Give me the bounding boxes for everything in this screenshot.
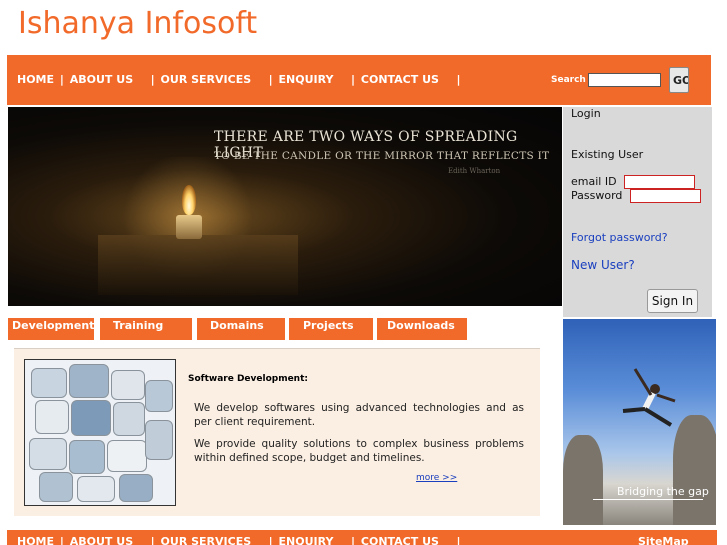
email-label: email ID bbox=[571, 175, 617, 188]
puzzle-piece bbox=[107, 440, 147, 472]
content-paragraph-1: We develop softwares using advanced tech… bbox=[194, 402, 524, 428]
image-caption: Bridging the gap bbox=[617, 485, 709, 498]
tab-projects[interactable]: Projects bbox=[289, 318, 373, 340]
nav-about-us[interactable]: ABOUT US bbox=[70, 73, 133, 86]
nav-separator: | bbox=[59, 73, 64, 86]
nav-separator: | bbox=[59, 535, 64, 545]
nav-home[interactable]: HOME bbox=[17, 73, 54, 86]
nav-separator bbox=[339, 535, 343, 545]
footer-nav-links: HOME | ABOUT US | OUR SERVICES | ENQUIRY… bbox=[17, 535, 463, 545]
nav-separator: | bbox=[456, 535, 461, 545]
footer-nav-home[interactable]: HOME bbox=[17, 535, 54, 545]
candle-banner-image: THERE ARE TWO WAYS OF SPREADING LIGHT TO… bbox=[8, 107, 562, 306]
top-nav-links: HOME | ABOUT US | OUR SERVICES | ENQUIRY… bbox=[17, 73, 463, 86]
rock-left bbox=[563, 435, 603, 525]
site-logo[interactable]: Ishanya Infosoft bbox=[18, 6, 257, 41]
puzzle-piece bbox=[69, 440, 105, 474]
footer-nav-contact-us[interactable]: CONTACT US bbox=[361, 535, 439, 545]
login-panel: Login Existing User email ID Password Fo… bbox=[563, 107, 712, 317]
nav-separator bbox=[139, 73, 143, 86]
puzzle-piece bbox=[119, 474, 153, 502]
puzzle-piece bbox=[111, 370, 145, 400]
password-field[interactable] bbox=[630, 189, 701, 203]
nav-separator bbox=[257, 535, 261, 545]
search-label: Search bbox=[551, 75, 586, 85]
puzzle-piece bbox=[39, 472, 73, 502]
puzzle-piece bbox=[145, 380, 173, 412]
go-button[interactable]: GO bbox=[669, 67, 689, 93]
caption-underline bbox=[593, 499, 703, 500]
nav-enquiry[interactable]: ENQUIRY bbox=[279, 73, 334, 86]
tab-training[interactable]: Training bbox=[100, 318, 192, 340]
tab-downloads[interactable]: Downloads bbox=[377, 318, 467, 340]
content-heading: Software Development: bbox=[188, 374, 308, 384]
nav-separator: | bbox=[351, 535, 356, 545]
rock-right bbox=[673, 415, 716, 525]
banner-signature: Edith Wharton bbox=[448, 167, 501, 175]
nav-separator bbox=[257, 73, 261, 86]
more-link[interactable]: more >> bbox=[416, 473, 457, 483]
nav-separator: | bbox=[268, 535, 273, 545]
sitemap-link[interactable]: SiteMap bbox=[638, 535, 689, 545]
puzzle-piece bbox=[145, 420, 173, 460]
nav-separator bbox=[339, 73, 343, 86]
content-paragraph-2: We provide quality solutions to complex … bbox=[194, 438, 524, 464]
nav-separator: | bbox=[351, 73, 356, 86]
nav-separator bbox=[139, 535, 143, 545]
nav-separator: | bbox=[456, 73, 461, 86]
existing-user-label: Existing User bbox=[571, 148, 644, 161]
bridging-gap-image: Bridging the gap bbox=[563, 319, 716, 525]
nav-our-services[interactable]: OUR SERVICES bbox=[161, 73, 252, 86]
footer-navigation-bar: HOME | ABOUT US | OUR SERVICES | ENQUIRY… bbox=[7, 530, 717, 545]
puzzle-image bbox=[24, 359, 176, 506]
candle-icon bbox=[176, 215, 202, 239]
footer-nav-our-services[interactable]: OUR SERVICES bbox=[161, 535, 252, 545]
service-content-panel: Software Development: We develop softwar… bbox=[14, 348, 540, 516]
puzzle-piece bbox=[77, 476, 115, 502]
footer-nav-about-us[interactable]: ABOUT US bbox=[70, 535, 133, 545]
jumping-man-icon bbox=[622, 368, 676, 427]
puzzle-piece bbox=[29, 438, 67, 470]
nav-separator bbox=[445, 535, 449, 545]
puzzle-piece bbox=[113, 402, 145, 436]
new-user-link[interactable]: New User? bbox=[571, 258, 635, 272]
tab-domains[interactable]: Domains bbox=[197, 318, 285, 340]
puzzle-piece bbox=[69, 364, 109, 398]
puzzle-piece bbox=[71, 400, 111, 436]
puzzle-piece bbox=[35, 400, 69, 434]
nav-separator: | bbox=[150, 73, 155, 86]
tab-development[interactable]: Development bbox=[8, 318, 94, 340]
top-navigation-bar: HOME | ABOUT US | OUR SERVICES | ENQUIRY… bbox=[7, 55, 711, 105]
nav-contact-us[interactable]: CONTACT US bbox=[361, 73, 439, 86]
login-title: Login bbox=[571, 107, 601, 120]
banner-quote-line2: TO BE THE CANDLE OR THE MIRROR THAT REFL… bbox=[214, 150, 550, 162]
candle-ledge bbox=[98, 235, 298, 295]
flame-icon bbox=[182, 185, 196, 215]
search-input[interactable] bbox=[588, 73, 661, 87]
nav-separator bbox=[445, 73, 449, 86]
forgot-password-link[interactable]: Forgot password? bbox=[571, 231, 668, 244]
nav-separator: | bbox=[268, 73, 273, 86]
email-field[interactable] bbox=[624, 175, 695, 189]
nav-separator: | bbox=[150, 535, 155, 545]
puzzle-piece bbox=[31, 368, 67, 398]
sign-in-button[interactable]: Sign In bbox=[647, 289, 698, 313]
footer-nav-enquiry[interactable]: ENQUIRY bbox=[279, 535, 334, 545]
password-label: Password bbox=[571, 189, 623, 202]
